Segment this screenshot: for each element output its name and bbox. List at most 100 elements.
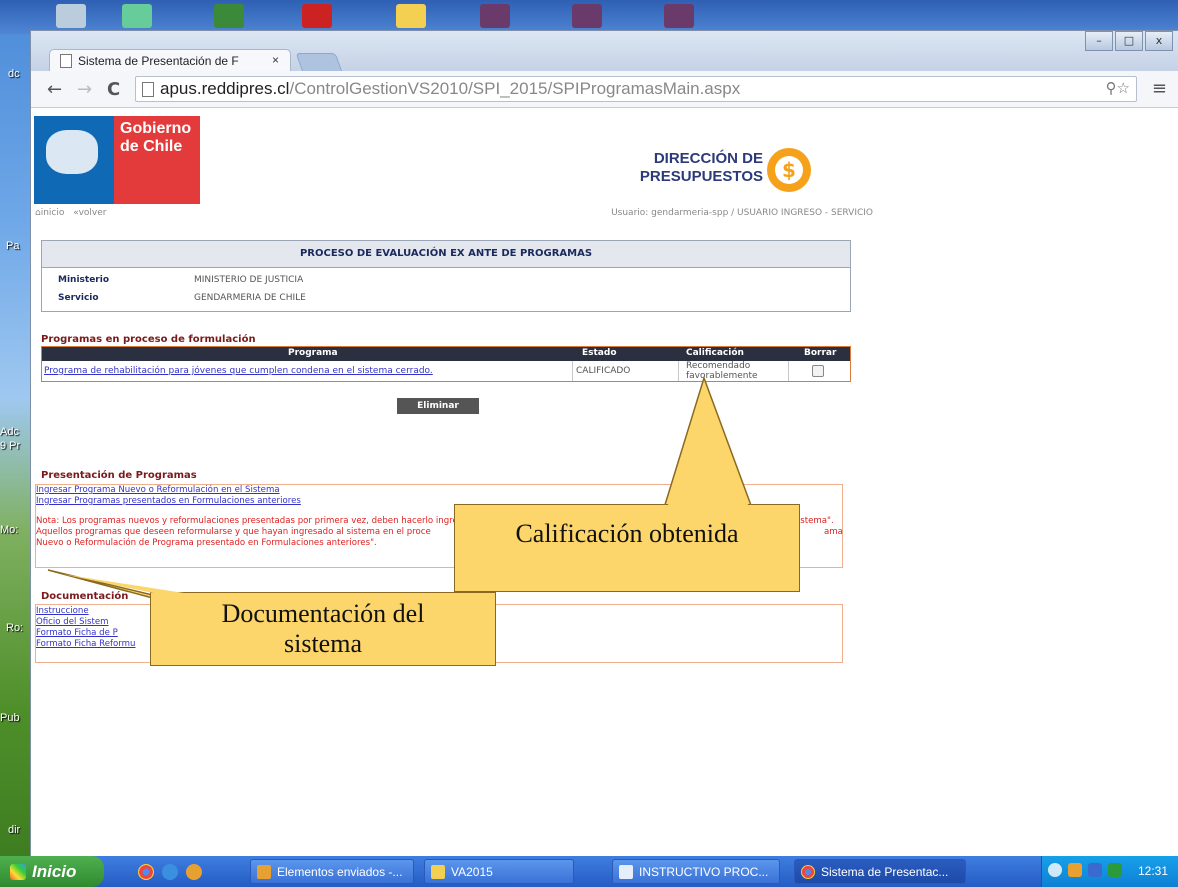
table-row: Programa de rehabilitación para jóvenes … (42, 361, 850, 381)
maximize-button[interactable]: □ (1115, 31, 1143, 51)
url-text: apus.reddipres.cl/ControlGestionVS2010/S… (160, 77, 740, 101)
dipres-line2: PRESUPUESTOS (639, 168, 763, 185)
note-line2-end: ama (824, 527, 843, 537)
ie-icon[interactable] (162, 864, 178, 880)
page-icon (142, 82, 154, 97)
dipres-logo: DIRECCIÓN DE PRESUPUESTOS $ (627, 148, 857, 200)
chile-crest-icon (46, 130, 98, 174)
programs-table: Programa Estado Calificación Borrar Prog… (41, 346, 851, 382)
forward-arrow-icon[interactable]: → (77, 79, 92, 100)
programs-section-title: Programas en proceso de formulación (41, 334, 256, 345)
bookmark-star-icon[interactable]: ⚲☆ (1106, 79, 1130, 97)
process-title: PROCESO DE EVALUACIÓN EX ANTE DE PROGRAM… (42, 241, 850, 268)
task-folder[interactable]: VA2015 (424, 859, 574, 884)
user-info: Usuario: gendarmeria-spp / USUARIO INGRE… (611, 208, 873, 218)
browser-window: Sistema de Presentación de F × – □ x ← →… (30, 30, 1178, 857)
excel-icon[interactable] (214, 4, 244, 28)
page-nav: ⌂inicio «volver (35, 208, 107, 218)
servicio-label: Servicio (58, 293, 99, 303)
dipres-emblem-icon: $ (767, 148, 811, 192)
documentacion-callout-line2: sistema (284, 629, 362, 658)
task-label: INSTRUCTIVO PROC... (639, 865, 769, 879)
servicio-row: Servicio GENDARMERIA DE CHILE (58, 293, 306, 303)
calificacion-value: Recomendado favorablemente (686, 361, 758, 381)
start-label: Inicio (32, 862, 77, 881)
presentation-section-title: Presentación de Programas (41, 470, 197, 481)
tab-bar: Sistema de Presentación de F × – □ x (31, 31, 1178, 72)
desktop-top-strip (0, 0, 1178, 34)
table-header: Programa Estado Calificación Borrar (42, 347, 850, 361)
gobierno-line1: Gobierno (120, 120, 192, 137)
task-outlook[interactable]: Elementos enviados -... (250, 859, 414, 884)
start-button[interactable]: Inicio (0, 856, 104, 887)
new-tab-button[interactable] (295, 53, 343, 72)
column-header: Calificación (686, 348, 744, 358)
archive-icon[interactable] (664, 4, 694, 28)
new-program-link[interactable]: Ingresar Programa Nuevo o Reformulación … (36, 485, 842, 496)
menu-icon[interactable]: ≡ (1152, 78, 1167, 99)
column-header: Programa (288, 348, 338, 358)
documentacion-callout-line1: Documentación del (221, 599, 425, 628)
ministerio-label: Ministerio (58, 275, 110, 285)
word-icon (619, 865, 633, 879)
desktop-label: Adc (0, 426, 19, 438)
tray-va-icon[interactable] (1108, 863, 1122, 877)
address-bar[interactable]: apus.reddipres.cl/ControlGestionVS2010/S… (135, 76, 1137, 102)
desktop-label: 9 Pr (0, 440, 21, 452)
chrome-icon[interactable] (138, 864, 154, 880)
back-arrow-icon[interactable]: ← (47, 79, 62, 100)
gobierno-line2: de Chile (120, 138, 183, 155)
task-label: Elementos enviados -... (277, 865, 403, 879)
close-tab-icon[interactable]: × (272, 53, 279, 67)
task-label: VA2015 (451, 865, 493, 879)
ministerio-row: Ministerio MINISTERIO DE JUSTICIA (58, 275, 303, 285)
task-chrome[interactable]: Sistema de Presentac... (794, 859, 966, 884)
url-path: /ControlGestionVS2010/SPI_2015/SPIProgra… (289, 79, 741, 98)
outlook-icon (257, 865, 271, 879)
desktop-icon[interactable] (122, 4, 152, 28)
tray-app-icon[interactable] (1068, 863, 1082, 877)
volver-link[interactable]: «volver (73, 208, 106, 218)
program-link[interactable]: Programa de rehabilitación para jóvenes … (44, 366, 433, 376)
page-icon (60, 54, 72, 68)
calificacion-callout: Calificación obtenida (454, 504, 800, 592)
tray-network-icon[interactable] (1088, 863, 1102, 877)
desktop-label: Pub (0, 712, 20, 724)
task-label: Sistema de Presentac... (821, 865, 949, 879)
system-tray: 12:31 (1041, 856, 1178, 887)
web-page: Gobierno de Chile DIRECCIÓN DE PRESUPUES… (31, 108, 1178, 856)
browser-tab[interactable]: Sistema de Presentación de F × (49, 49, 291, 72)
task-word[interactable]: INSTRUCTIVO PROC... (612, 859, 780, 884)
close-window-button[interactable]: x (1145, 31, 1173, 51)
process-panel: PROCESO DE EVALUACIÓN EX ANTE DE PROGRAM… (41, 240, 851, 312)
browser-toolbar: ← → C apus.reddipres.cl/ControlGestionVS… (31, 71, 1178, 108)
reload-icon[interactable]: C (107, 79, 120, 100)
taskbar: Inicio Elementos enviados -... VA2015 IN… (0, 856, 1178, 887)
tab-title: Sistema de Presentación de F (78, 54, 239, 68)
servicio-value: GENDARMERIA DE CHILE (194, 293, 306, 303)
folder-icon[interactable] (396, 4, 426, 28)
inicio-link[interactable]: ⌂inicio (35, 208, 64, 218)
minimize-button[interactable]: – (1085, 31, 1113, 51)
column-header: Estado (582, 348, 617, 358)
archive-icon[interactable] (480, 4, 510, 28)
ministerio-value: MINISTERIO DE JUSTICIA (194, 275, 304, 285)
window-controls: – □ x (1085, 31, 1173, 51)
dipres-line1: DIRECCIÓN DE (653, 150, 763, 167)
estado-value: CALIFICADO (576, 366, 631, 376)
url-host: apus.reddipres.cl (160, 79, 290, 98)
delete-checkbox[interactable] (812, 365, 824, 377)
gobierno-logo: Gobierno de Chile (34, 116, 200, 204)
desktop-label: Mo: (0, 524, 19, 536)
column-header: Borrar (804, 348, 837, 358)
desktop-icon[interactable] (56, 4, 86, 28)
clock: 12:31 (1137, 864, 1168, 878)
chrome-icon (801, 865, 815, 879)
tray-arrow-icon[interactable] (1048, 863, 1062, 877)
pdf-icon[interactable] (302, 4, 332, 28)
archive-icon[interactable] (572, 4, 602, 28)
eliminar-button[interactable]: Eliminar (397, 398, 479, 414)
outlook-icon[interactable] (186, 864, 202, 880)
folder-icon (431, 865, 445, 879)
documentation-section-title: Documentación (41, 591, 129, 602)
